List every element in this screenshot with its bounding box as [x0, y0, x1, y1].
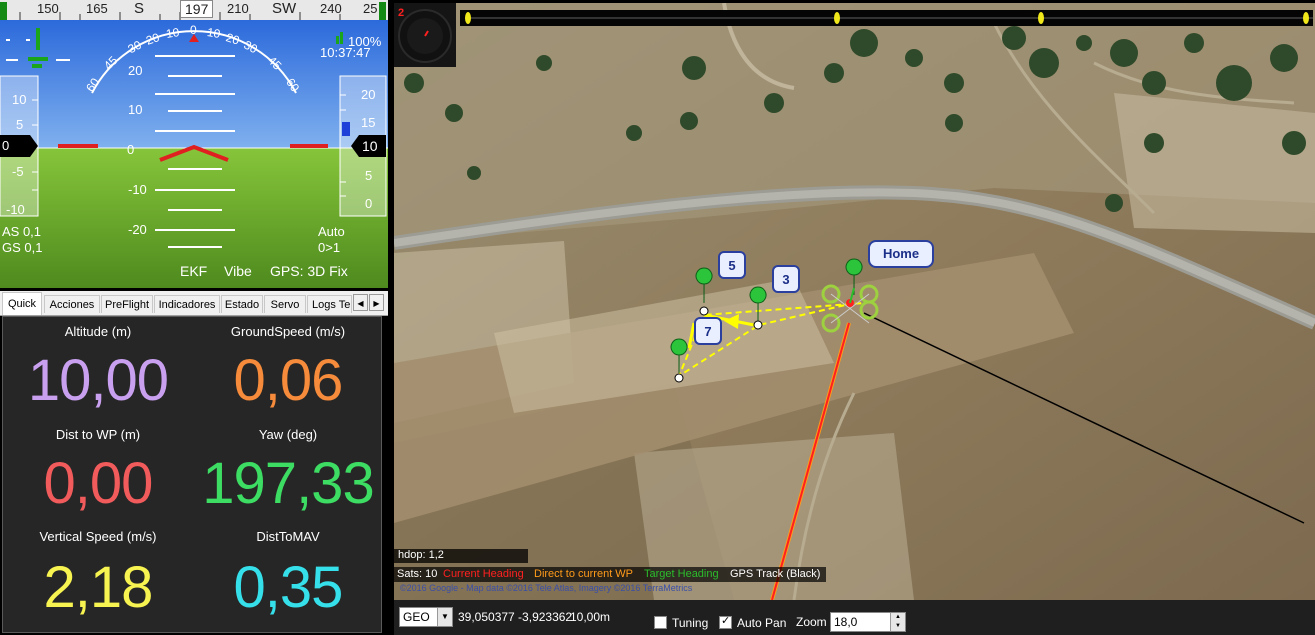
yaw-value: 197,33: [202, 451, 374, 516]
coord-system-select[interactable]: GEO ▼: [399, 607, 453, 627]
heading-tick: 165: [86, 1, 108, 16]
dist-to-wp-value: 0,00: [43, 451, 154, 516]
vibe-status[interactable]: Vibe: [224, 263, 252, 279]
autopan-label: Auto Pan: [737, 616, 787, 630]
hud-panel: 150 165 S 197 210 SW 240 25 60 45 30 20 …: [0, 0, 388, 288]
altitude-value: 10,00: [27, 348, 169, 413]
speed-scale-label: -5: [12, 164, 24, 179]
speed-scale-label: 5: [16, 117, 24, 132]
legend-direct-to-wp: Direct to current WP: [534, 568, 634, 580]
legend-target-heading: Target Heading: [644, 568, 719, 580]
speed-scale-label: 10: [12, 92, 27, 107]
legend-gps-track: GPS Track (Black): [730, 568, 821, 580]
tab-logs[interactable]: Logs Te: [307, 295, 352, 313]
tab-preflight[interactable]: PreFlight: [101, 295, 153, 313]
zoom-value: 18,0: [834, 615, 858, 629]
tab-acciones[interactable]: Acciones: [44, 295, 100, 313]
groundspeed-label: GroundSpeed (m/s): [230, 324, 346, 339]
alt-scale-label: 0: [365, 196, 373, 211]
gps-status: GPS: 3D Fix: [270, 263, 348, 279]
satellite-imagery: [394, 3, 1315, 600]
legend-current-heading: Current Heading: [443, 568, 524, 580]
dist-to-wp-label: Dist to WP (m): [55, 427, 141, 442]
tab-scroll-left-icon[interactable]: ◀: [353, 294, 368, 311]
flight-mode: Auto: [318, 224, 345, 239]
alt-scale-label: 15: [361, 115, 376, 130]
alt-scale-label: 5: [365, 168, 373, 183]
yaw-label: Yaw (deg): [258, 427, 318, 442]
altitude-label: Altitude (m): [64, 324, 132, 339]
pitch-label: 0: [127, 142, 135, 157]
map-copyright: ©2016 Google - Map data ©2016 Tele Atlas…: [400, 583, 693, 593]
pitch-label: -20: [128, 222, 147, 237]
tuning-label: Tuning: [672, 616, 709, 630]
waypoint-label-3[interactable]: 3: [772, 265, 800, 293]
vertical-speed-label: Vertical Speed (m/s): [39, 529, 157, 544]
alt-scale-label: 20: [361, 87, 376, 102]
heading-tick: 240: [320, 1, 342, 16]
tab-indicadores[interactable]: Indicadores: [154, 295, 220, 313]
roll-label: 0: [190, 23, 197, 37]
heading-tick: S: [134, 0, 145, 17]
heading-tick: 210: [227, 1, 249, 16]
altitude-readout: 10,00m: [570, 610, 611, 624]
heading-tick: 150: [37, 1, 59, 16]
tuning-checkbox[interactable]: [654, 616, 667, 629]
hdop-readout: hdop: 1,2: [398, 549, 444, 561]
heading-current: 197: [180, 0, 214, 18]
checkmark-icon: ✓: [721, 615, 731, 627]
speed-scale-label: -10: [6, 202, 25, 217]
clock: 10:37:47: [320, 45, 371, 60]
pitch-label: -10: [128, 182, 147, 197]
tab-estado[interactable]: Estado: [221, 295, 263, 313]
tab-quick[interactable]: Quick: [2, 292, 42, 315]
compass-digit: 2: [398, 7, 405, 19]
pitch-label: 10: [128, 102, 143, 117]
chevron-down-icon[interactable]: ▼: [437, 608, 452, 626]
quick-panel: Altitude (m) 10,00 GroundSpeed (m/s) 0,0…: [2, 316, 382, 633]
tab-bar: Quick Acciones PreFlight Indicadores Est…: [0, 291, 388, 316]
ekf-status[interactable]: EKF: [180, 263, 207, 279]
sats-readout: Sats: 10: [397, 568, 438, 580]
zoom-stepper[interactable]: 18,0 ▲ ▼: [830, 612, 906, 632]
waypoint-progress: 0>1: [318, 240, 341, 255]
waypoint-label-7[interactable]: 7: [694, 317, 722, 345]
autopan-checkbox[interactable]: ✓: [719, 615, 732, 629]
heading-tick: SW: [272, 0, 297, 17]
tab-servo[interactable]: Servo: [264, 295, 306, 313]
groundspeed-value: 0,06: [233, 348, 344, 413]
map-status-bar: GEO ▼ 39,050377 -3,923362 10,00m Tuning …: [394, 600, 1315, 635]
speed-readout: 0: [2, 138, 10, 153]
roll-label: 10: [164, 25, 181, 41]
zoom-label: Zoom: [796, 615, 827, 629]
dist-to-mav-label: DistToMAV: [256, 529, 320, 544]
home-label[interactable]: Home: [868, 240, 934, 268]
zoom-up-icon[interactable]: ▲: [890, 613, 905, 622]
map-view[interactable]: 2 5 3 7 Home hdop: 1,2 Sats: 10 Current …: [394, 3, 1315, 600]
tab-scroll-right-icon[interactable]: ▶: [369, 294, 384, 311]
roll-label: 10: [205, 25, 222, 41]
vertical-speed-value: 2,18: [43, 555, 154, 620]
airspeed-readout: AS 0,1: [2, 224, 42, 239]
coordinates-readout: 39,050377 -3,923362: [458, 610, 573, 624]
alt-readout: 10: [362, 138, 378, 154]
groundspeed-readout: GS 0,1: [2, 240, 43, 255]
coord-system-value: GEO: [403, 610, 430, 624]
waypoint-label-5[interactable]: 5: [718, 251, 746, 279]
heading-tick: 25: [363, 1, 378, 16]
zoom-down-icon[interactable]: ▼: [890, 622, 905, 631]
dist-to-mav-value: 0,35: [233, 555, 344, 620]
pitch-label: 20: [128, 63, 143, 78]
